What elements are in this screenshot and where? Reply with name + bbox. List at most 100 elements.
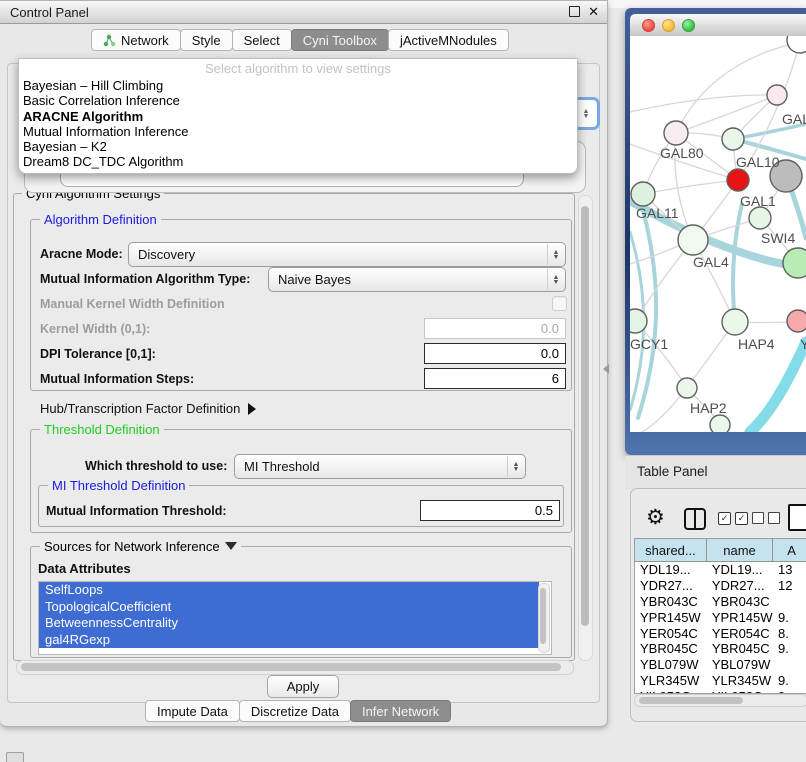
network-canvas[interactable]: GALGAL80GAL10GAL1GAL11SWI4GAL4GCY1HAP4YH…: [630, 36, 806, 432]
table-row[interactable]: YBR045CYBR045C9.: [635, 641, 806, 657]
table-cell: YDR27...: [707, 578, 773, 594]
table-column-header[interactable]: name: [707, 539, 773, 561]
network-node[interactable]: [787, 310, 806, 332]
table-column-header[interactable]: shared...: [635, 539, 707, 561]
gear-icon[interactable]: ⚙: [646, 505, 665, 530]
which-threshold-label: Which threshold to use:: [85, 459, 227, 473]
which-threshold-combo[interactable]: MI Threshold ▲▼: [234, 454, 526, 479]
table-cell: YBL079W: [635, 657, 707, 673]
algorithm-option[interactable]: Mutual Information Inference: [19, 124, 577, 139]
table-cell: 12: [773, 578, 806, 594]
settings-horizontal-scrollbar[interactable]: [16, 660, 574, 675]
float-window-icon[interactable]: [569, 6, 580, 17]
mi-algorithm-type-combo[interactable]: Naive Bayes ▲▼: [268, 267, 566, 292]
close-panel-icon[interactable]: ✕: [588, 5, 599, 18]
panel-splitter-handle[interactable]: [603, 364, 609, 374]
network-view-titlebar[interactable]: [630, 14, 806, 37]
network-node[interactable]: [767, 85, 787, 105]
network-node-hap4[interactable]: [722, 309, 748, 335]
network-node[interactable]: [710, 415, 730, 432]
network-node[interactable]: [783, 248, 806, 278]
network-node-gal11[interactable]: [631, 182, 655, 206]
select-all-checkboxes-icon[interactable]: ✓✓: [718, 512, 748, 525]
algorithm-option[interactable]: Basic Correlation Inference: [19, 93, 577, 108]
split-columns-icon[interactable]: [684, 508, 706, 530]
hub-tf-definition-toggle[interactable]: Hub/Transcription Factor Definition: [40, 401, 256, 416]
collapsed-panel-button[interactable]: [6, 752, 24, 762]
zoom-window-icon[interactable]: [682, 19, 695, 32]
algorithm-option[interactable]: Bayesian – K2: [19, 139, 577, 154]
scrollbar-thumb[interactable]: [639, 697, 743, 704]
algorithm-option[interactable]: ARACNE Algorithm: [19, 109, 577, 124]
mi-threshold-field[interactable]: 0.5: [420, 500, 560, 521]
network-node-gal80[interactable]: [664, 121, 688, 145]
mi-algorithm-type-label: Mutual Information Algorithm Type:: [40, 272, 250, 286]
attributes-list-scrollbar[interactable]: [538, 583, 550, 653]
table-row[interactable]: YER054CYER054C8.: [635, 625, 806, 641]
network-node-gal4[interactable]: [678, 225, 708, 255]
data-attribute-item[interactable]: SelfLoops: [39, 582, 539, 599]
table-row[interactable]: YBR043CYBR043C: [635, 594, 806, 610]
apply-button[interactable]: Apply: [267, 675, 339, 698]
tab-discretize-data[interactable]: Discretize Data: [239, 700, 351, 722]
mi-threshold-legend: MI Threshold Definition: [48, 478, 189, 493]
control-panel-window: Control Panel ✕ Network: [0, 0, 608, 727]
network-node-swi4[interactable]: [749, 207, 771, 229]
tab-select[interactable]: Select: [232, 29, 292, 51]
network-node-gcy1[interactable]: [630, 309, 647, 333]
settings-vertical-scrollbar[interactable]: [578, 195, 593, 661]
minimize-window-icon[interactable]: [662, 19, 675, 32]
control-panel-title: Control Panel: [0, 5, 89, 20]
deselect-checkboxes-icon[interactable]: [752, 512, 780, 524]
tab-infer-network[interactable]: Infer Network: [350, 700, 451, 722]
network-node-hap2[interactable]: [677, 378, 697, 398]
algorithm-option[interactable]: Dream8 DC_TDC Algorithm: [19, 154, 577, 169]
data-attribute-item[interactable]: gal4RGexp: [39, 632, 539, 649]
network-node-label: GAL4: [693, 254, 729, 270]
table-cell: 9.: [773, 609, 806, 625]
network-node-gal1[interactable]: [727, 169, 749, 191]
table-row[interactable]: YLR345WYLR345W9.: [635, 673, 806, 689]
table-header-row: shared...nameA: [635, 539, 806, 562]
network-node-label: GAL: [782, 111, 806, 127]
tab-impute-data[interactable]: Impute Data: [145, 700, 240, 722]
scrollbar-thumb[interactable]: [540, 588, 546, 644]
table-row[interactable]: YDL19...YDL19...13: [635, 562, 806, 578]
mi-steps-field[interactable]: 6: [424, 368, 566, 389]
tab-style[interactable]: Style: [180, 29, 233, 51]
aracne-mode-combo[interactable]: Discovery ▲▼: [128, 242, 566, 267]
threshold-definition-legend: Threshold Definition: [40, 422, 164, 437]
manual-kernel-width-checkbox[interactable]: [552, 296, 567, 311]
table-cell: YLR345W: [707, 673, 773, 689]
algorithm-definition-legend: Algorithm Definition: [40, 212, 161, 227]
tab-jactivemnodules[interactable]: jActiveMNodules: [388, 29, 509, 51]
table-horizontal-scrollbar[interactable]: [634, 694, 806, 707]
tab-network[interactable]: Network: [91, 29, 181, 51]
table-row[interactable]: YPR145WYPR145W9.: [635, 609, 806, 625]
tab-cyni-toolbox[interactable]: Cyni Toolbox: [291, 29, 389, 51]
close-window-icon[interactable]: [642, 19, 655, 32]
algorithm-option[interactable]: Bayesian – Hill Climbing: [19, 78, 577, 93]
kernel-width-field[interactable]: 0.0: [424, 318, 566, 339]
table-cell: YER054C: [635, 625, 707, 641]
dpi-tolerance-field[interactable]: 0.0: [424, 343, 566, 364]
table-cell: 9.: [773, 641, 806, 657]
collapse-down-arrow-icon: [225, 542, 237, 550]
scrollbar-thumb[interactable]: [21, 663, 561, 671]
network-edge: [733, 204, 742, 322]
network-node[interactable]: [787, 36, 806, 53]
document-icon[interactable]: [788, 504, 806, 531]
network-tab-icon: [103, 34, 116, 47]
table-row[interactable]: YBL079WYBL079W: [635, 657, 806, 673]
network-node-label: Y: [800, 336, 806, 352]
combo-stepper-icon: ▲▼: [547, 244, 564, 265]
data-attribute-item[interactable]: TopologicalCoefficient: [39, 599, 539, 616]
network-node-gal10[interactable]: [722, 128, 744, 150]
data-attribute-item[interactable]: BetweennessCentrality: [39, 615, 539, 632]
table-row[interactable]: YDR27...YDR27...12: [635, 578, 806, 594]
scrollbar-thumb[interactable]: [581, 206, 589, 626]
sources-legend[interactable]: Sources for Network Inference: [40, 539, 241, 554]
table-column-header[interactable]: A: [773, 539, 806, 561]
control-panel-tabbar: Network Style Select Cyni Toolbox jActiv…: [92, 29, 509, 51]
kernel-width-label: Kernel Width (0,1):: [40, 322, 150, 336]
